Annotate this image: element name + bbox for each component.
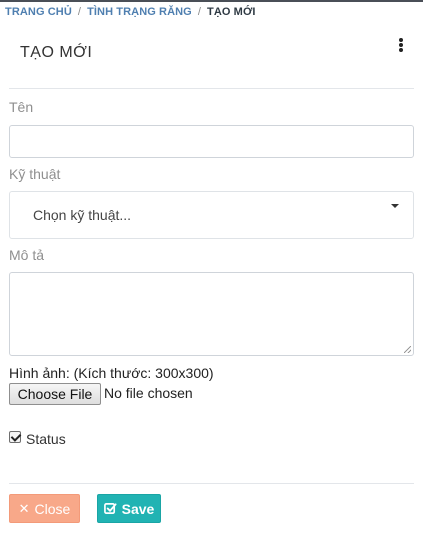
technique-select[interactable]: Chọn kỹ thuật... xyxy=(9,191,414,239)
breadcrumb-home-link[interactable]: TRANG CHỦ xyxy=(5,6,72,18)
save-button[interactable]: Save xyxy=(97,494,161,523)
page-title: TẠO MỚI xyxy=(20,44,93,61)
technique-selected-value: Chọn kỹ thuật... xyxy=(33,207,132,223)
choose-file-button[interactable]: Choose File xyxy=(9,383,101,405)
close-button-label: Close xyxy=(34,500,71,517)
breadcrumb: TRANG CHỦ / TÌNH TRẠNG RĂNG / TẠO MỚI xyxy=(5,5,256,19)
description-textarea[interactable] xyxy=(9,272,414,356)
breadcrumb-separator: / xyxy=(77,6,82,18)
header-divider xyxy=(9,88,414,89)
resize-grip-icon[interactable] xyxy=(404,346,411,353)
breadcrumb-separator: / xyxy=(197,6,201,18)
name-label: Tên xyxy=(9,99,34,115)
file-status: No file chosen xyxy=(104,385,193,401)
name-input[interactable] xyxy=(9,125,414,158)
technique-label: Kỹ thuật xyxy=(9,166,61,182)
close-icon: ✕ xyxy=(18,501,30,516)
footer-divider xyxy=(9,483,414,484)
caret-down-icon xyxy=(391,204,399,208)
top-border xyxy=(0,0,423,2)
save-button-label: Save xyxy=(121,500,155,517)
image-label: Hình ảnh: (Kích thước: 300x300) xyxy=(9,365,214,381)
create-form-page: TRANG CHỦ / TÌNH TRẠNG RĂNG / TẠO MỚI TẠ… xyxy=(0,0,423,542)
more-vertical-icon[interactable] xyxy=(396,36,406,54)
breadcrumb-tooth-status-link[interactable]: TÌNH TRẠNG RĂNG xyxy=(87,6,192,18)
description-label: Mô tả xyxy=(9,247,45,263)
status-checkbox[interactable] xyxy=(9,431,21,443)
status-label[interactable]: Status xyxy=(26,431,66,447)
check-square-icon xyxy=(103,503,117,514)
close-button[interactable]: ✕ Close xyxy=(9,494,80,523)
breadcrumb-current: TẠO MỚI xyxy=(207,6,256,18)
